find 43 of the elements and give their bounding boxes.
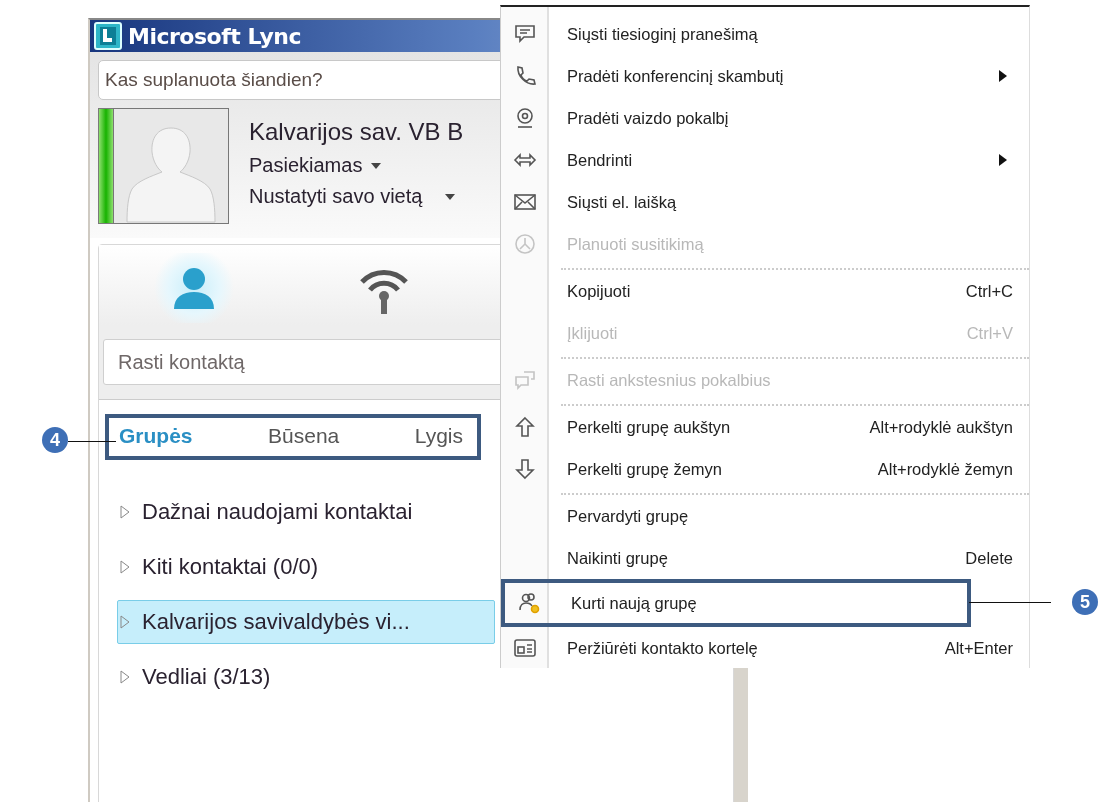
up-arrow-icon: [513, 415, 537, 439]
menu-item[interactable]: Peržiūrėti kontakto kortelę Alt+Enter: [501, 627, 1029, 669]
view-tab[interactable]: Būsena: [268, 424, 340, 448]
menu-item[interactable]: Siųsti tiesioginį pranešimą: [501, 13, 1029, 55]
view-tab[interactable]: Lygis: [414, 424, 463, 448]
expand-triangle-icon[interactable]: [120, 670, 130, 684]
status-dropdown[interactable]: Pasiekiamas: [249, 154, 363, 177]
expand-triangle-icon[interactable]: [120, 560, 130, 574]
window-title: Microsoft Lync: [128, 23, 301, 49]
menu-item[interactable]: Perkelti grupę žemyn Alt+rodyklė žemyn: [501, 448, 1029, 490]
menu-item[interactable]: Siųsti el. laišką: [501, 181, 1029, 223]
location-dropdown[interactable]: Nustatyti savo vietą: [249, 185, 423, 208]
avatar-icon: [113, 108, 229, 224]
group-item[interactable]: Kiti kontaktai (0/0): [117, 545, 495, 589]
app-logo-icon: [94, 22, 122, 50]
menu-item[interactable]: Pradėti vaizdo pokalbį: [501, 97, 1029, 139]
group-item[interactable]: Vedliai (3/13): [117, 655, 495, 699]
menu-item[interactable]: Pervardyti grupę: [501, 495, 1029, 537]
speech-bubble-icon: [513, 22, 537, 46]
menu-item[interactable]: Perkelti grupę aukštyn Alt+rodyklė aukštyn: [501, 406, 1029, 448]
menu-item[interactable]: Kurti naują grupę: [501, 579, 971, 627]
user-name: Kalvarijos sav. VB B: [249, 118, 464, 146]
group-label: Kalvarijos savivaldybės vi...: [142, 609, 410, 635]
new-group-icon: [517, 591, 541, 615]
group-label: Vedliai (3/13): [142, 664, 271, 690]
chat-history-icon: [513, 368, 537, 392]
group-item[interactable]: Kalvarijos savivaldybės vi...: [117, 600, 495, 644]
leader-line: [68, 441, 116, 442]
caret-icon[interactable]: [444, 192, 457, 201]
expand-triangle-icon[interactable]: [120, 505, 130, 519]
expand-triangle-icon[interactable]: [120, 615, 130, 629]
contact-card-icon: [513, 636, 537, 660]
group-label: Kiti kontaktai (0/0): [142, 554, 319, 580]
group-label: Dažnai naudojami kontaktai: [142, 499, 413, 525]
menu-item[interactable]: Bendrinti: [501, 139, 1029, 181]
callout-number: 5: [1072, 589, 1098, 615]
caret-icon[interactable]: [370, 161, 383, 170]
menu-item[interactable]: Naikinti grupę Delete: [501, 537, 1029, 579]
down-arrow-icon: [513, 457, 537, 481]
group-item[interactable]: Dažnai naudojami kontaktai: [117, 490, 495, 534]
view-tab[interactable]: Grupės: [119, 424, 193, 448]
callout-number: 4: [42, 427, 68, 453]
menu-item[interactable]: Kopijuoti Ctrl+C: [501, 270, 1029, 312]
